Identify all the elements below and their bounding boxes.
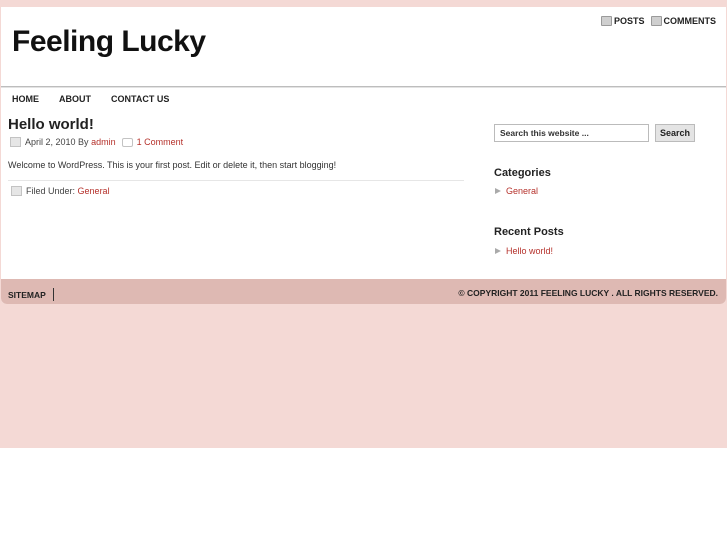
post-date-by: April 2, 2010 By [25, 137, 89, 147]
site-footer: SITEMAP © COPYRIGHT 2011 FEELING LUCKY .… [1, 279, 726, 304]
main-nav: HOME ABOUT CONTACT US [1, 87, 726, 110]
search-button[interactable]: Search [655, 124, 695, 142]
comment-icon [121, 137, 133, 147]
recent-post-item[interactable]: Hello world! [495, 246, 553, 256]
recent-posts-title: Recent Posts [494, 226, 564, 238]
post-title[interactable]: Hello world! [8, 116, 94, 133]
nav-about[interactable]: ABOUT [59, 94, 91, 104]
category-link[interactable]: General [506, 186, 538, 196]
post-divider [8, 180, 464, 181]
site-title[interactable]: Feeling Lucky [12, 25, 206, 59]
recent-post-link[interactable]: Hello world! [506, 246, 553, 256]
copyright-text: © COPYRIGHT 2011 FEELING LUCKY . ALL RIG… [458, 288, 718, 298]
arrow-right-icon [495, 248, 501, 254]
rss-icon [650, 16, 662, 26]
post-comments-link[interactable]: 1 Comment [137, 137, 184, 147]
comments-feed-link[interactable]: COMMENTS [650, 16, 717, 26]
nav-contact-us[interactable]: CONTACT US [111, 94, 169, 104]
footer-divider [52, 288, 54, 301]
nav-home[interactable]: HOME [12, 94, 39, 104]
search-input[interactable] [494, 124, 649, 142]
posts-feed-link[interactable]: POSTS [600, 16, 645, 26]
post-meta: April 2, 2010 By admin 1 Comment [10, 137, 183, 147]
category-item[interactable]: General [495, 186, 538, 196]
page-wrapper: Feeling Lucky POSTS COMMENTS HOME ABOUT … [1, 7, 726, 304]
sitemap-link[interactable]: SITEMAP [8, 290, 46, 300]
post-body: Welcome to WordPress. This is your first… [8, 160, 337, 170]
site-header: Feeling Lucky POSTS COMMENTS [1, 7, 726, 87]
post-category-link[interactable]: General [78, 186, 110, 196]
folder-icon [11, 186, 22, 196]
categories-title: Categories [494, 167, 551, 179]
feed-links: POSTS COMMENTS [600, 16, 717, 26]
arrow-right-icon [495, 188, 501, 194]
calendar-icon [10, 137, 21, 147]
footer-left: SITEMAP [8, 288, 54, 301]
post-author-link[interactable]: admin [91, 137, 116, 147]
rss-icon [600, 16, 612, 26]
comments-feed-label: COMMENTS [663, 16, 717, 26]
filed-under-label: Filed Under: [26, 186, 76, 196]
posts-feed-label: POSTS [613, 16, 645, 26]
post-filed-under: Filed Under: General [11, 186, 110, 196]
